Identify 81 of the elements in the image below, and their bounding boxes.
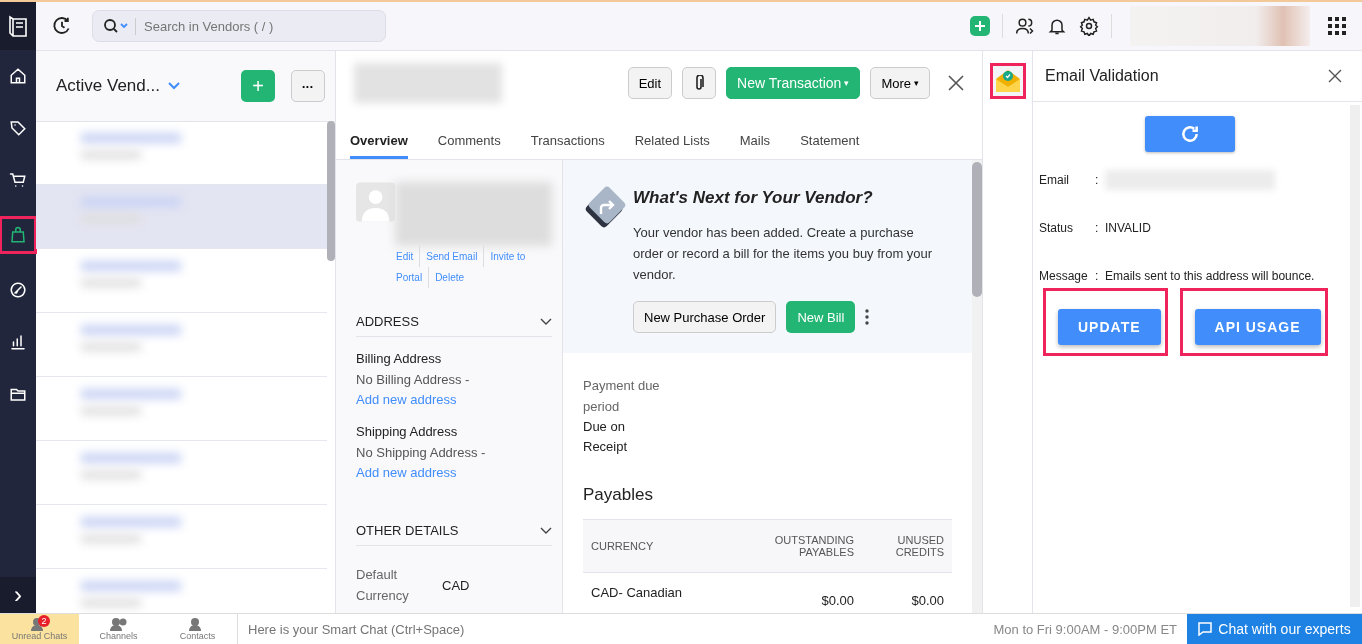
field-label: Message [1039,268,1089,285]
settings-icon[interactable] [1079,16,1099,36]
action-button[interactable]: More ▾ [870,67,930,99]
scrollbar-thumb[interactable] [327,121,335,261]
recent-history-icon[interactable] [52,16,72,36]
contact-link[interactable]: Edit [390,246,420,267]
expand-sidebar-button[interactable]: › [0,577,36,613]
search-bar[interactable]: Search in Vendors ( / ) [92,10,386,42]
list-view-title[interactable]: Active Vend... [56,76,160,96]
field-label: Status [1039,220,1075,237]
colon: : [1095,220,1100,237]
field-label: Payment due period [583,377,661,416]
close-icon[interactable] [1328,69,1342,83]
card-description: Your vendor has been added. Create a purchase order or record a bill for the items you buy from your vendor. [633,224,934,284]
refresh-button[interactable] [1144,116,1235,152]
paperclip-icon [694,75,705,91]
plus-icon [974,20,986,32]
scrollbar-thumb[interactable] [972,162,982,297]
column-header: OUTSTANDING PAYABLES [773,534,854,558]
chevron-icon[interactable] [540,317,552,326]
action-button[interactable]: Edit [627,67,673,99]
section-title: Payables [583,485,654,505]
contact-link[interactable]: Portal [390,267,429,288]
avatar-icon [356,182,396,222]
add-address-link[interactable]: Add new address [356,392,457,407]
address-value: No Shipping Address - Add new address [356,444,487,482]
quick-create-button[interactable] [970,16,990,36]
table-cell-text: $0.00 [910,592,945,608]
chevron-icon[interactable] [540,526,552,535]
tab[interactable]: Statement [800,133,860,159]
field-value: INVALID [1105,220,1152,237]
chat-tab[interactable]: 2 Unread Chats [0,614,79,644]
colon: : [1095,268,1100,285]
field-value: CAD [442,577,470,593]
email-validation-app-icon[interactable] [989,63,1026,99]
add-vendor-button[interactable]: + [241,70,275,102]
add-address-link[interactable]: Add new address [356,465,457,480]
tab[interactable]: Transactions [530,133,605,159]
refresh-icon [1179,124,1200,144]
group-icon [108,617,129,631]
new-bill-button[interactable]: New Bill [786,301,856,333]
table-cell-text: CAD- Canadian [590,585,684,602]
support-hours: Mon to Fri 9:00AM - 9:00PM ET [992,621,1178,637]
field-label: Default Currency [356,566,410,605]
action-button[interactable]: API USAGE [1194,309,1321,345]
field-label: Billing Address [356,351,443,366]
card-title: What's Next for Your Vendor? [633,188,874,208]
column-header: UNUSED CREDITS [894,534,945,558]
field-label: Email [1039,172,1070,189]
tab[interactable]: Comments [437,133,501,159]
more-options-button[interactable]: ••• [291,70,325,102]
section-heading: OTHER DETAILS [356,523,459,538]
close-icon[interactable] [948,75,964,91]
chat-with-experts-button[interactable]: Chat with our experts [1187,614,1362,644]
attach-button[interactable] [682,67,717,99]
search-input[interactable]: Search in Vendors ( / ) [135,17,385,35]
tab[interactable]: Mails [739,133,771,159]
kebab-menu-icon[interactable] [865,309,870,325]
colon: : [1095,172,1100,189]
panel-title: Email Validation [1045,67,1159,85]
contact-link[interactable]: Invite to [483,246,532,267]
contact-link[interactable]: Send Email [419,246,484,267]
users-icon[interactable] [1015,16,1035,36]
address-value: No Billing Address - Add new address [356,371,471,409]
field-label: Shipping Address [356,424,459,439]
column-header: CURRENCY [590,540,655,552]
apps-grid-icon[interactable] [1328,17,1346,35]
section-heading: ADDRESS [356,314,419,329]
field-value: Due on Receipt [583,418,629,456]
chat-bubble-icon [1198,622,1213,636]
field-value: Emails sent to this address will bounce. [1105,268,1316,285]
tab[interactable]: Related Lists [634,133,710,159]
action-button[interactable]: UPDATE [1058,309,1161,345]
app-logo-icon[interactable] [0,2,36,50]
table-cell-text: $0.00 [820,592,854,608]
new-purchase-order-button[interactable]: New Purchase Order [633,301,777,333]
contact-link[interactable]: Delete [428,267,471,288]
action-button[interactable]: New Transaction ▾ [726,67,861,99]
search-icon[interactable] [103,18,129,34]
unread-badge: 2 [38,615,50,627]
caret-icon[interactable] [167,82,180,90]
